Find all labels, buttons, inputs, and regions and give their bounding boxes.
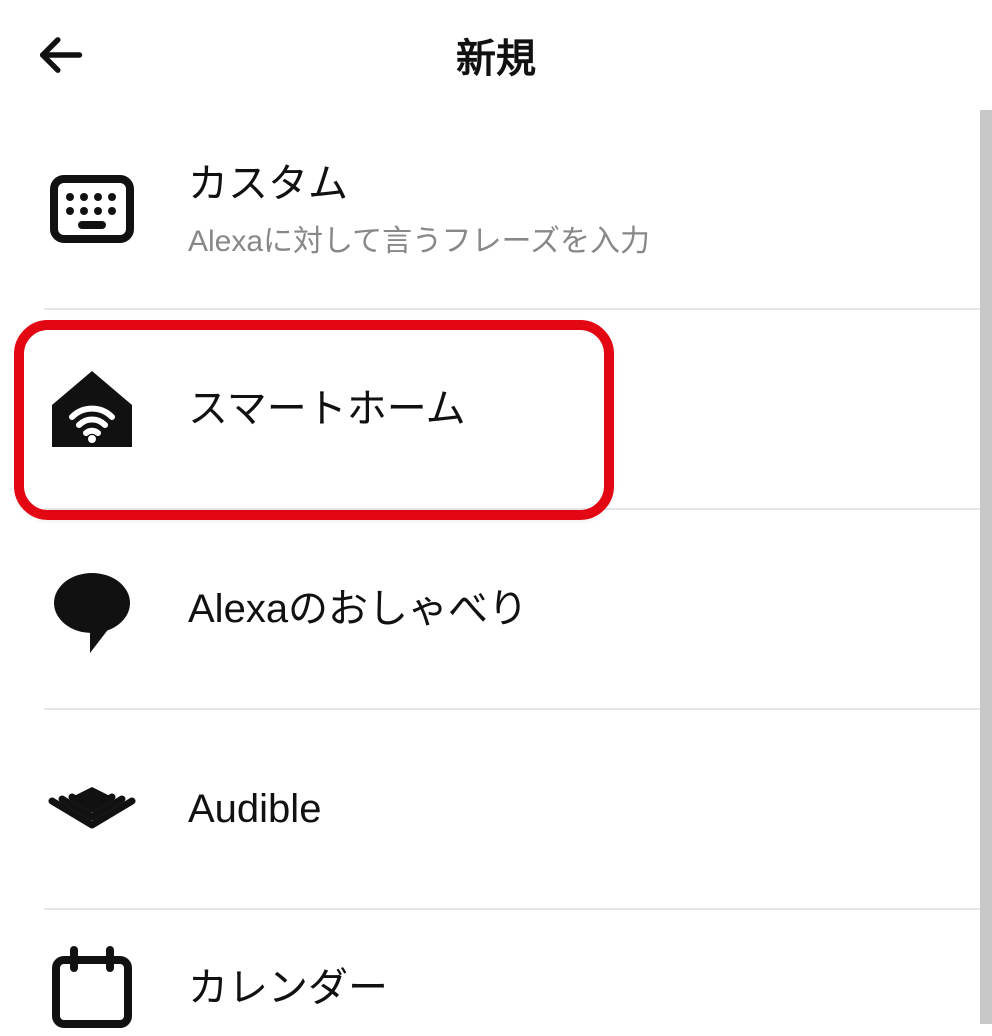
scrollbar[interactable] xyxy=(980,110,992,1024)
list-item-smarthome[interactable]: スマートホーム xyxy=(0,310,992,508)
smarthome-icon xyxy=(44,361,144,457)
speech-bubble-icon xyxy=(44,561,144,657)
item-text: カスタム Alexaに対して言うフレーズを入力 xyxy=(188,158,650,260)
list-item-audible[interactable]: Audible xyxy=(0,710,992,908)
item-subtitle: Alexaに対して言うフレーズを入力 xyxy=(188,216,650,260)
item-text: Audible xyxy=(188,783,321,835)
item-title: スマートホーム xyxy=(188,383,466,435)
item-title: Audible xyxy=(188,783,321,835)
audible-icon xyxy=(44,761,144,857)
item-text: カレンダー xyxy=(188,962,388,1014)
arrow-left-icon xyxy=(34,29,86,81)
list-item-custom[interactable]: カスタム Alexaに対して言うフレーズを入力 xyxy=(0,110,992,308)
list-item-calendar[interactable]: カレンダー xyxy=(0,910,992,1036)
calendar-icon xyxy=(44,940,144,1036)
item-text: スマートホーム xyxy=(188,383,466,435)
keyboard-icon xyxy=(44,161,144,257)
item-title: カスタム xyxy=(188,158,650,210)
list-item-alexa-chat[interactable]: Alexaのおしゃべり xyxy=(0,510,992,708)
item-title: カレンダー xyxy=(188,962,388,1014)
option-list: カスタム Alexaに対して言うフレーズを入力 スマートホーム xyxy=(0,110,992,1036)
back-button[interactable] xyxy=(30,25,90,85)
header: 新規 xyxy=(0,0,992,110)
item-text: Alexaのおしゃべり xyxy=(188,583,528,635)
page-title: 新規 xyxy=(90,26,902,84)
item-title: Alexaのおしゃべり xyxy=(188,583,528,635)
